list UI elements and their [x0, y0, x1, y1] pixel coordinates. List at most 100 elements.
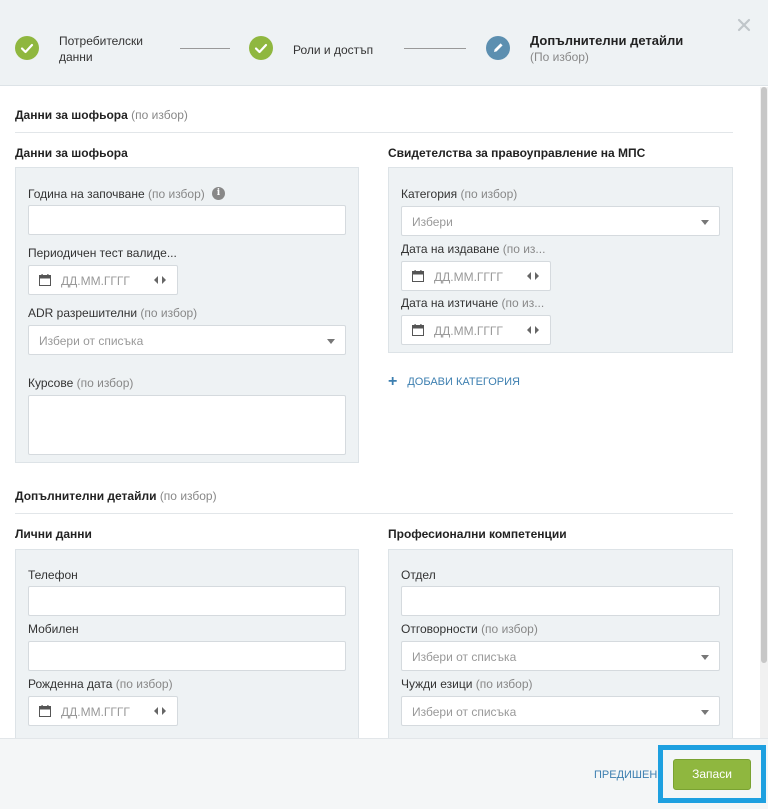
select-placeholder: Избери: [412, 215, 453, 229]
step-connector: [404, 48, 466, 49]
chevron-down-icon: [327, 339, 335, 344]
step-connector: [180, 48, 230, 49]
languages-select[interactable]: Избери от списъка: [401, 696, 720, 726]
mobile-label: Мобилен: [28, 622, 79, 636]
label-text: Дата на издаване: [401, 242, 500, 256]
extra-section-title: Допълнителни детайли (по избор): [15, 489, 217, 503]
step-sublabel: (По избор): [530, 50, 589, 64]
personal-data-title: Лични данни: [15, 527, 92, 541]
start-year-input[interactable]: [28, 205, 346, 235]
adr-select[interactable]: Избери от списъка: [28, 325, 346, 355]
plus-icon: +: [388, 373, 398, 390]
chevron-down-icon: [701, 655, 709, 660]
scrollbar-thumb[interactable]: [761, 87, 767, 663]
spin-arrows-icon[interactable]: [153, 274, 167, 286]
label-text: Курсове: [28, 376, 74, 390]
driver-section-title: Данни за шофьора (по избор): [15, 108, 188, 122]
previous-button[interactable]: ПРЕДИШЕН: [594, 769, 657, 781]
calendar-icon: [412, 324, 424, 336]
birth-date-input[interactable]: ДД.ММ.ГГГГ: [28, 696, 178, 726]
section-divider: [15, 132, 733, 133]
footer-bar: ПРЕДИШЕН Запаси: [0, 738, 768, 809]
responsibilities-label: Отговорности (по избор): [401, 622, 538, 636]
optional-tag: (по из...: [502, 242, 546, 256]
step-label-line2: данни: [59, 50, 93, 64]
date-placeholder: ДД.ММ.ГГГГ: [61, 705, 130, 719]
chevron-down-icon: [701, 220, 709, 225]
periodic-test-date-input[interactable]: ДД.ММ.ГГГГ: [28, 265, 178, 295]
issue-date-input[interactable]: ДД.ММ.ГГГГ: [401, 261, 551, 291]
date-placeholder: ДД.ММ.ГГГГ: [434, 324, 503, 338]
phone-label: Телефон: [28, 568, 78, 582]
label-text: ADR разрешителни: [28, 306, 138, 320]
select-placeholder: Избери от списъка: [412, 705, 517, 719]
label-text: Категория: [401, 187, 458, 201]
section-divider: [15, 513, 733, 514]
pencil-icon: [486, 36, 510, 60]
step-label: Допълнителни детайли (По избор): [530, 33, 683, 65]
step-user-data[interactable]: Потребителски данни: [15, 33, 143, 65]
step-label: Потребителски данни: [59, 33, 143, 65]
spin-arrows-icon[interactable]: [526, 324, 540, 336]
licenses-title: Свидетелства за правоуправление на МПС: [388, 146, 646, 160]
spin-arrows-icon[interactable]: [153, 705, 167, 717]
languages-label: Чужди езици (по избор): [401, 677, 533, 691]
date-placeholder: ДД.ММ.ГГГГ: [434, 270, 503, 284]
birth-date-label: Рожденна дата (по избор): [28, 677, 173, 691]
close-icon[interactable]: [737, 18, 751, 32]
calendar-icon: [39, 705, 51, 717]
info-icon[interactable]: i: [212, 187, 225, 200]
step-label: Роли и достъп: [293, 43, 374, 57]
optional-tag: (по избор): [159, 489, 217, 503]
wizard-header: Потребителски данни Роли и достъп Допълн…: [0, 0, 768, 86]
optional-tag: (по избор): [475, 677, 533, 691]
adr-label: ADR разрешителни (по избор): [28, 306, 197, 320]
label-text: Година на започване: [28, 187, 145, 201]
section-title-text: Допълнителни детайли: [15, 489, 157, 503]
expiry-date-label: Дата на изтичане (по из...: [401, 296, 544, 310]
date-placeholder: ДД.ММ.ГГГГ: [61, 274, 130, 288]
department-label: Отдел: [401, 568, 436, 582]
responsibilities-select[interactable]: Избери от списъка: [401, 641, 720, 671]
add-category-button[interactable]: + ДОБАВИ КАТЕГОРИЯ: [388, 373, 520, 390]
step-roles-access[interactable]: Роли и достъп: [249, 36, 373, 60]
periodic-test-label: Периодичен тест валиде...: [28, 246, 177, 260]
vertical-scrollbar[interactable]: [760, 87, 768, 738]
step-label-main: Допълнителни детайли: [530, 33, 684, 48]
add-category-label: ДОБАВИ КАТЕГОРИЯ: [407, 376, 520, 388]
category-label: Категория (по избор): [401, 187, 517, 201]
step-label-line1: Потребителски: [59, 34, 143, 48]
mobile-input[interactable]: [28, 641, 346, 671]
expiry-date-input[interactable]: ДД.ММ.ГГГГ: [401, 315, 551, 345]
driver-data-title: Данни за шофьора: [15, 146, 128, 160]
optional-tag: (по избор): [460, 187, 518, 201]
optional-tag: (по избор): [140, 306, 198, 320]
courses-textarea[interactable]: [28, 395, 346, 455]
check-icon: [249, 36, 273, 60]
optional-tag: (по избор): [115, 677, 173, 691]
check-icon: [15, 36, 39, 60]
phone-input[interactable]: [28, 586, 346, 616]
spin-arrows-icon[interactable]: [526, 270, 540, 282]
courses-label: Курсове (по избор): [28, 376, 133, 390]
optional-tag: (по избор): [76, 376, 134, 390]
select-placeholder: Избери от списъка: [39, 334, 144, 348]
start-year-label: Година на започване (по избор): [28, 187, 205, 201]
calendar-icon: [39, 274, 51, 286]
save-button[interactable]: Запаси: [673, 759, 751, 790]
chevron-down-icon: [701, 710, 709, 715]
category-select[interactable]: Избери: [401, 206, 720, 236]
optional-tag: (по избор): [481, 622, 538, 636]
department-input[interactable]: [401, 586, 720, 616]
step-additional-details[interactable]: Допълнителни детайли (По избор): [486, 33, 683, 65]
issue-date-label: Дата на издаване (по из...: [401, 242, 545, 256]
optional-tag: (по избор): [147, 187, 205, 201]
label-text: Дата на изтичане: [401, 296, 499, 310]
section-title-text: Данни за шофьора: [15, 108, 128, 122]
competences-title: Професионални компетенции: [388, 527, 567, 541]
label-text: Чужди езици: [401, 677, 473, 691]
select-placeholder: Избери от списъка: [412, 650, 517, 664]
label-text: Отговорности: [401, 622, 478, 636]
form-content[interactable]: Данни за шофьора (по избор) Данни за шоф…: [0, 87, 768, 738]
optional-tag: (по из...: [501, 296, 545, 310]
